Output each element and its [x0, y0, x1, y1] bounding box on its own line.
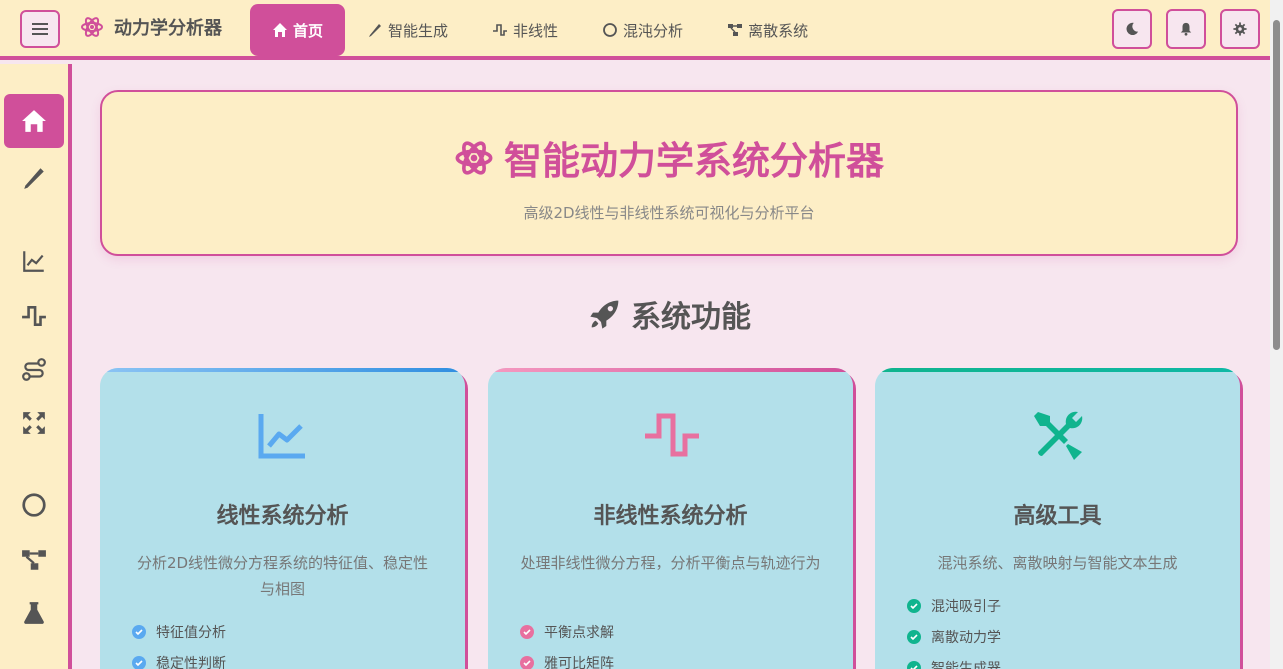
main-nav: 首页 智能生成 非线性 混沌分析 离散系统 [250, 4, 830, 56]
chart-line-icon [258, 414, 305, 459]
sidebar-item-home[interactable] [4, 94, 64, 148]
flask-icon [24, 602, 44, 624]
card-icon [875, 408, 1240, 464]
moon-icon [1126, 22, 1139, 36]
nav-chaos[interactable]: 混沌分析 [580, 4, 705, 56]
check-circle-icon [520, 624, 534, 639]
card-accent-bar [100, 368, 465, 372]
bell-icon [1180, 22, 1192, 36]
brand-name: 动力学分析器 [114, 18, 222, 39]
card-title: 线性系统分析 [216, 504, 349, 529]
sidebar [0, 64, 72, 669]
wave-icon [644, 413, 699, 457]
nav-generate[interactable]: 智能生成 [345, 4, 470, 56]
hero-banner: 智能动力学系统分析器 高级2D线性与非线性系统可视化与分析平台 [100, 90, 1238, 256]
list-item: 混沌吸引子 [907, 590, 1001, 621]
card-title: 高级工具 [1013, 504, 1102, 529]
nav-home[interactable]: 首页 [250, 4, 346, 56]
feature-text: 稳定性判断 [156, 655, 226, 669]
theme-toggle-button[interactable] [1112, 9, 1152, 49]
nav-discrete-label: 离散系统 [748, 21, 809, 40]
feature-list: 混沌吸引子 离散动力学 智能生成器 [907, 590, 1001, 669]
feature-text: 雅可比矩阵 [544, 655, 614, 669]
feature-card-advanced[interactable]: 高级工具 混沌系统、离散映射与智能文本生成 混沌吸引子 离散动力学 智能生成器 [875, 368, 1240, 669]
sidebar-item-lab[interactable] [4, 586, 64, 640]
list-item: 雅可比矩阵 [520, 647, 614, 669]
chart-line-icon [23, 251, 44, 272]
card-title: 非线性系统分析 [593, 504, 748, 529]
nav-generate-label: 智能生成 [388, 21, 449, 40]
atom-icon [455, 140, 493, 175]
brand[interactable]: 动力学分析器 [80, 14, 222, 40]
network-icon [22, 550, 46, 570]
menu-toggle-button[interactable] [20, 10, 60, 48]
circle-icon [603, 23, 617, 37]
nav-chaos-label: 混沌分析 [623, 21, 684, 40]
card-description: 处理非线性微分方程，分析平衡点与轨迹行为 [520, 554, 821, 572]
list-item: 离散动力学 [907, 621, 1001, 652]
settings-button[interactable] [1220, 9, 1260, 49]
check-circle-icon [132, 655, 146, 669]
hero-title: 智能动力学系统分析器 [102, 130, 1236, 185]
feature-text: 特征值分析 [156, 624, 226, 641]
section-title-text: 系统功能 [631, 300, 751, 335]
home-icon [22, 110, 46, 132]
nav-nonlinear[interactable]: 非线性 [470, 4, 580, 56]
pencil-icon [24, 168, 44, 189]
hero-title-text: 智能动力学系统分析器 [503, 139, 884, 183]
card-icon [100, 408, 465, 464]
card-description: 混沌系统、离散映射与智能文本生成 [937, 554, 1178, 572]
check-circle-icon [520, 655, 534, 669]
expand-icon [23, 412, 45, 434]
list-item: 特征值分析 [132, 616, 226, 647]
nav-home-label: 首页 [293, 21, 324, 40]
nav-discrete[interactable]: 离散系统 [705, 4, 830, 56]
feature-list: 平衡点求解 雅可比矩阵 [520, 616, 614, 669]
sidebar-item-expand[interactable] [4, 396, 64, 450]
sidebar-item-generate[interactable] [4, 151, 64, 205]
rocket-icon [590, 300, 619, 329]
card-accent-bar [488, 368, 853, 372]
top-navbar: 动力学分析器 首页 智能生成 非线性 混沌分析 离散系统 [0, 0, 1270, 60]
gear-icon [1233, 22, 1247, 36]
atom-icon [81, 17, 103, 37]
circle-icon [22, 493, 46, 517]
list-item: 智能生成器 [907, 652, 1001, 669]
feature-card-linear[interactable]: 线性系统分析 分析2D线性微分方程系统的特征值、稳定性与相图 特征值分析 稳定性… [100, 368, 465, 669]
feature-text: 离散动力学 [931, 629, 1001, 646]
feature-card-nonlinear[interactable]: 非线性系统分析 处理非线性微分方程，分析平衡点与轨迹行为 平衡点求解 雅可比矩阵 [488, 368, 853, 669]
check-circle-icon [907, 629, 921, 644]
top-actions [1112, 9, 1260, 49]
sidebar-item-trajectory[interactable] [4, 343, 64, 397]
list-item: 平衡点求解 [520, 616, 614, 647]
check-circle-icon [907, 598, 921, 613]
notifications-button[interactable] [1166, 9, 1206, 49]
card-description: 分析2D线性微分方程系统的特征值、稳定性与相图 [136, 554, 429, 598]
card-accent-bar [875, 368, 1240, 372]
feature-text: 混沌吸引子 [931, 598, 1001, 615]
home-icon [273, 23, 287, 37]
feature-text: 平衡点求解 [544, 624, 614, 641]
list-item: 稳定性判断 [132, 647, 226, 669]
feature-text: 智能生成器 [931, 660, 1001, 669]
sidebar-item-discrete[interactable] [4, 533, 64, 587]
nav-nonlinear-label: 非线性 [513, 21, 559, 40]
route-icon [22, 358, 46, 381]
hamburger-icon [32, 23, 48, 35]
wave-icon [493, 24, 508, 36]
tools-icon [1033, 411, 1082, 460]
sidebar-item-chaos[interactable] [4, 478, 64, 532]
section-title: 系统功能 [0, 292, 1283, 336]
feature-list: 特征值分析 稳定性判断 [132, 616, 226, 669]
network-icon [728, 24, 743, 36]
card-icon [488, 408, 853, 464]
check-circle-icon [907, 660, 921, 669]
hero-subtitle: 高级2D线性与非线性系统可视化与分析平台 [523, 204, 815, 222]
sidebar-item-linear[interactable] [4, 234, 64, 288]
check-circle-icon [132, 624, 146, 639]
pencil-icon [369, 24, 382, 37]
